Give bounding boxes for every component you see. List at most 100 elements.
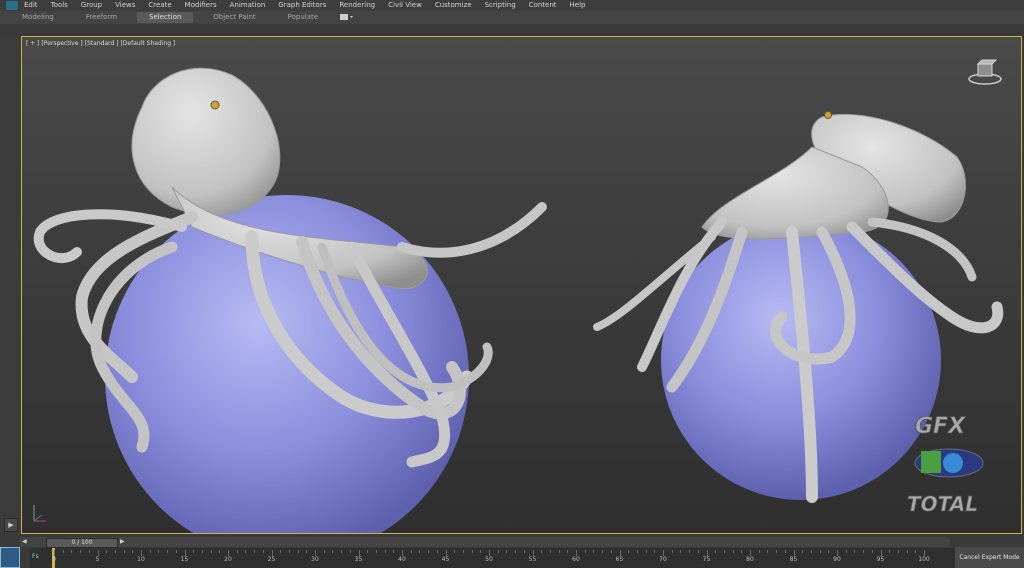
timeline-tick xyxy=(915,550,917,553)
timeline-tick xyxy=(201,550,203,553)
time-slider-area: ◀ 0 / 100 ▶ Fs 0 5 10 15 20 25 30 35 40 45 50 55 60 6… xyxy=(0,534,1024,568)
timeline-tick xyxy=(549,550,551,553)
viewcube-icon[interactable] xyxy=(967,57,1003,87)
timeline-tick xyxy=(193,550,195,553)
timeline-tick xyxy=(436,550,438,553)
timeline-tick-label: 70 xyxy=(659,556,667,563)
timeline-tick xyxy=(62,550,64,553)
slider-prev-icon[interactable]: ◀ xyxy=(22,538,27,545)
perspective-viewport[interactable]: [ + ] [Perspective ] [Standard ] [Defaul… xyxy=(21,36,1022,534)
menu-animation[interactable]: Animation xyxy=(230,0,266,11)
timeline-tick xyxy=(810,550,812,553)
timeline-tick xyxy=(428,550,430,553)
timeline-tick xyxy=(123,550,125,553)
tab-selection[interactable]: Selection xyxy=(137,12,194,23)
menu-customize[interactable]: Customize xyxy=(435,0,472,11)
menu-civil-view[interactable]: Civil View xyxy=(388,0,422,11)
mini-listener-button[interactable] xyxy=(0,547,20,568)
timeline-tick-label: 15 xyxy=(180,556,189,563)
menu-rendering[interactable]: Rendering xyxy=(339,0,375,11)
app-logo-icon[interactable] xyxy=(6,1,18,10)
time-slider-thumb[interactable]: 0 / 100 xyxy=(46,538,118,548)
menu-graph-editors[interactable]: Graph Editors xyxy=(278,0,326,11)
timeline-tick xyxy=(854,550,856,553)
timeline-tick xyxy=(732,550,734,553)
timeline-tick xyxy=(306,550,308,553)
timeline-tick xyxy=(610,550,612,553)
cancel-expert-mode-button[interactable]: Cancel Expert Mode xyxy=(955,547,1024,568)
timeline-tick xyxy=(280,550,282,553)
track-bar[interactable]: Fs 0 5 10 15 20 25 30 35 40 45 50 55 60 65 70 75 80 85 90 9… xyxy=(30,548,960,568)
menu-group[interactable]: Group xyxy=(81,0,102,11)
timeline-tick xyxy=(636,550,638,553)
timeline-tick-label: 10 xyxy=(137,556,145,563)
ribbon-options-icon[interactable] xyxy=(340,13,354,23)
timeline-tick-label: 25 xyxy=(267,556,276,563)
menu-tools[interactable]: Tools xyxy=(51,0,68,11)
timeline-tick xyxy=(88,550,90,553)
timeline-tick xyxy=(802,550,804,553)
expand-arrow-icon[interactable]: ▶ xyxy=(4,518,18,532)
timeline-tick xyxy=(602,550,604,553)
menu-create[interactable]: Create xyxy=(148,0,171,11)
menu-help[interactable]: Help xyxy=(570,0,586,11)
timeline-tick xyxy=(767,550,769,553)
tab-modeling[interactable]: Modeling xyxy=(10,12,66,23)
timeline-tick xyxy=(245,550,247,553)
timeline-tick-label: 65 xyxy=(615,556,624,563)
timeline-tick-label: 75 xyxy=(702,556,711,563)
timeline-tick xyxy=(845,550,847,553)
timeline-tick xyxy=(741,550,743,553)
timeline-tick xyxy=(297,550,299,553)
timeline-tick xyxy=(558,550,560,553)
menu-content[interactable]: Content xyxy=(529,0,557,11)
timeline-tick xyxy=(776,550,778,553)
timeline-tick-label: 40 xyxy=(398,556,406,563)
camera-icon xyxy=(340,13,354,20)
axis-tripod-icon xyxy=(33,505,46,522)
timeline-tick xyxy=(628,550,630,553)
timeline-tick xyxy=(462,550,464,553)
menu-scripting[interactable]: Scripting xyxy=(485,0,516,11)
menu-edit[interactable]: Edit xyxy=(24,0,38,11)
timeline-tick xyxy=(323,550,325,553)
timeline-tick xyxy=(288,550,290,553)
timeline-tick xyxy=(584,550,586,553)
timeline-tick xyxy=(236,550,238,553)
timeline-tick xyxy=(349,550,351,553)
timeline-tick-label: 95 xyxy=(876,556,885,563)
menu-modifiers[interactable]: Modifiers xyxy=(185,0,217,11)
timeline-tick xyxy=(889,550,891,553)
timeline-tick xyxy=(671,550,673,553)
fs-label: Fs xyxy=(32,553,39,560)
timeline-tick-label: 50 xyxy=(485,556,493,563)
timeline-tick xyxy=(158,550,160,553)
timeline-tick xyxy=(523,550,525,553)
timeline-tick xyxy=(175,550,177,553)
timeline-tick-label: 90 xyxy=(833,556,841,563)
timeline-tick xyxy=(71,550,73,553)
timeline-tick xyxy=(471,550,473,553)
left-command-strip: ▶ xyxy=(0,36,20,534)
slider-next-icon[interactable]: ▶ xyxy=(120,538,125,545)
timeline-tick xyxy=(680,550,682,553)
timeline-tick xyxy=(897,550,899,553)
timeline-tick xyxy=(497,550,499,553)
menu-bar: Edit Tools Group Views Create Modifiers … xyxy=(0,0,1024,11)
timeline-tick xyxy=(262,550,264,553)
timeline-tick xyxy=(697,550,699,553)
menu-views[interactable]: Views xyxy=(115,0,135,11)
tab-freeform[interactable]: Freeform xyxy=(74,12,129,23)
timeline-tick xyxy=(410,550,412,553)
timeline-tick-label: 55 xyxy=(528,556,537,563)
time-slider[interactable]: ◀ 0 / 100 ▶ xyxy=(20,537,950,548)
timeline-tick xyxy=(863,550,865,553)
tab-object-paint[interactable]: Object Paint xyxy=(201,12,267,23)
timeline-tick xyxy=(871,550,873,553)
timeline-tick xyxy=(593,550,595,553)
timeline-tick xyxy=(758,550,760,553)
timeline-tick xyxy=(454,550,456,553)
timeline-tick xyxy=(384,550,386,553)
tab-populate[interactable]: Populate xyxy=(276,12,330,23)
timeline-tick xyxy=(375,550,377,553)
